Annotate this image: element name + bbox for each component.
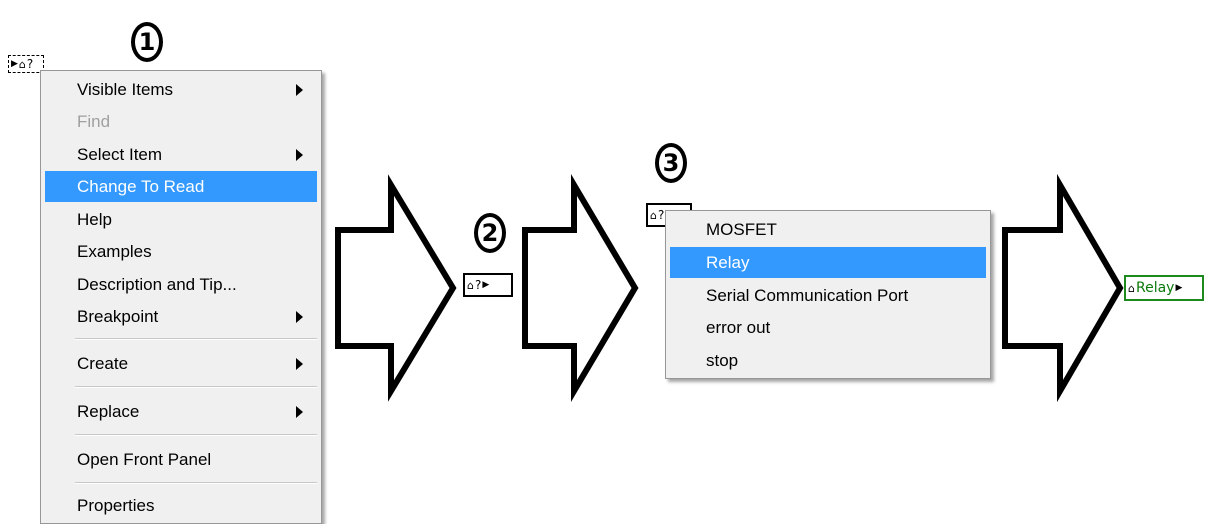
- menu-item-label: Serial Communication Port: [706, 285, 909, 305]
- menu-item-visible-items[interactable]: Visible Items: [45, 74, 317, 105]
- menu-separator: [75, 386, 317, 388]
- menu-separator: [75, 434, 317, 436]
- menu-item-create[interactable]: Create: [45, 348, 317, 379]
- menu-item-label: Replace: [77, 401, 140, 421]
- menu-item-label: stop: [706, 350, 739, 370]
- property-node-read[interactable]: ⌂ ? ▶: [463, 273, 513, 297]
- menu-item-find: Find: [45, 106, 317, 137]
- submenu-arrow-icon: [296, 357, 303, 370]
- menu-item-breakpoint[interactable]: Breakpoint: [45, 301, 317, 332]
- triangle-arrow-icon: ▶: [1175, 282, 1183, 293]
- submenu-arrow-icon: [296, 310, 303, 323]
- menu-item-label: Examples: [77, 241, 152, 261]
- menu-item-select-item[interactable]: Select Item: [45, 139, 317, 170]
- submenu-arrow-icon: [296, 405, 303, 418]
- menu-item-mosfet[interactable]: MOSFET: [670, 214, 986, 245]
- property-node-relay[interactable]: ⌂ Relay ▶: [1124, 275, 1204, 301]
- menu-item-label: Create: [77, 353, 129, 373]
- triangle-arrow-icon: ▶: [11, 58, 18, 69]
- unknown-item-mark: ?: [474, 278, 482, 292]
- menu-item-properties[interactable]: Properties: [45, 490, 317, 521]
- menu-item-change-to-read[interactable]: Change To Read: [45, 171, 317, 202]
- step-2-badge: 2: [474, 213, 506, 253]
- context-menu: Visible Items Find Select Item Change To…: [40, 70, 322, 524]
- unknown-item-mark: ?: [657, 208, 665, 222]
- menu-item-error-out[interactable]: error out: [670, 312, 986, 343]
- menu-item-label: error out: [706, 317, 771, 337]
- item-select-menu: MOSFET Relay Serial Communication Port e…: [665, 210, 991, 379]
- step-1-badge: 1: [131, 22, 163, 62]
- menu-item-open-front-panel[interactable]: Open Front Panel: [45, 444, 317, 475]
- menu-item-label: Description and Tip...: [77, 274, 237, 294]
- menu-item-replace[interactable]: Replace: [45, 396, 317, 427]
- flow-arrow-icon: [335, 174, 457, 402]
- relay-node-label: Relay: [1135, 280, 1175, 296]
- house-icon: ⌂: [18, 57, 26, 71]
- menu-item-stop[interactable]: stop: [670, 345, 986, 376]
- menu-item-label: Properties: [77, 495, 155, 515]
- property-node-write[interactable]: ▶ ⌂ ?: [8, 55, 44, 73]
- menu-item-label: Open Front Panel: [77, 449, 212, 469]
- menu-item-examples[interactable]: Examples: [45, 236, 317, 267]
- house-icon: ⌂: [650, 208, 657, 222]
- menu-item-help[interactable]: Help: [45, 204, 317, 235]
- menu-item-label: Relay: [706, 252, 750, 272]
- menu-item-description-and-tip[interactable]: Description and Tip...: [45, 269, 317, 300]
- menu-separator: [75, 482, 317, 484]
- house-icon: ⌂: [467, 278, 474, 292]
- menu-item-label: Select Item: [77, 144, 163, 164]
- menu-item-label: Visible Items: [77, 79, 174, 99]
- menu-item-label: MOSFET: [706, 219, 777, 239]
- submenu-arrow-icon: [296, 83, 303, 96]
- house-icon: ⌂: [1128, 281, 1135, 295]
- menu-item-label: Breakpoint: [77, 306, 159, 326]
- step-3-badge: 3: [655, 143, 687, 183]
- menu-separator: [75, 338, 317, 340]
- menu-item-label: Help: [77, 209, 112, 229]
- menu-item-relay[interactable]: Relay: [670, 247, 986, 278]
- triangle-arrow-icon: ▶: [482, 279, 490, 290]
- menu-item-serial-communication-port[interactable]: Serial Communication Port: [670, 280, 986, 311]
- submenu-arrow-icon: [296, 148, 303, 161]
- menu-item-label: Change To Read: [77, 176, 205, 196]
- menu-item-label: Find: [77, 111, 111, 131]
- unknown-item-mark: ?: [26, 57, 34, 71]
- flow-arrow-icon: [522, 174, 639, 402]
- flow-arrow-icon: [1002, 173, 1124, 403]
